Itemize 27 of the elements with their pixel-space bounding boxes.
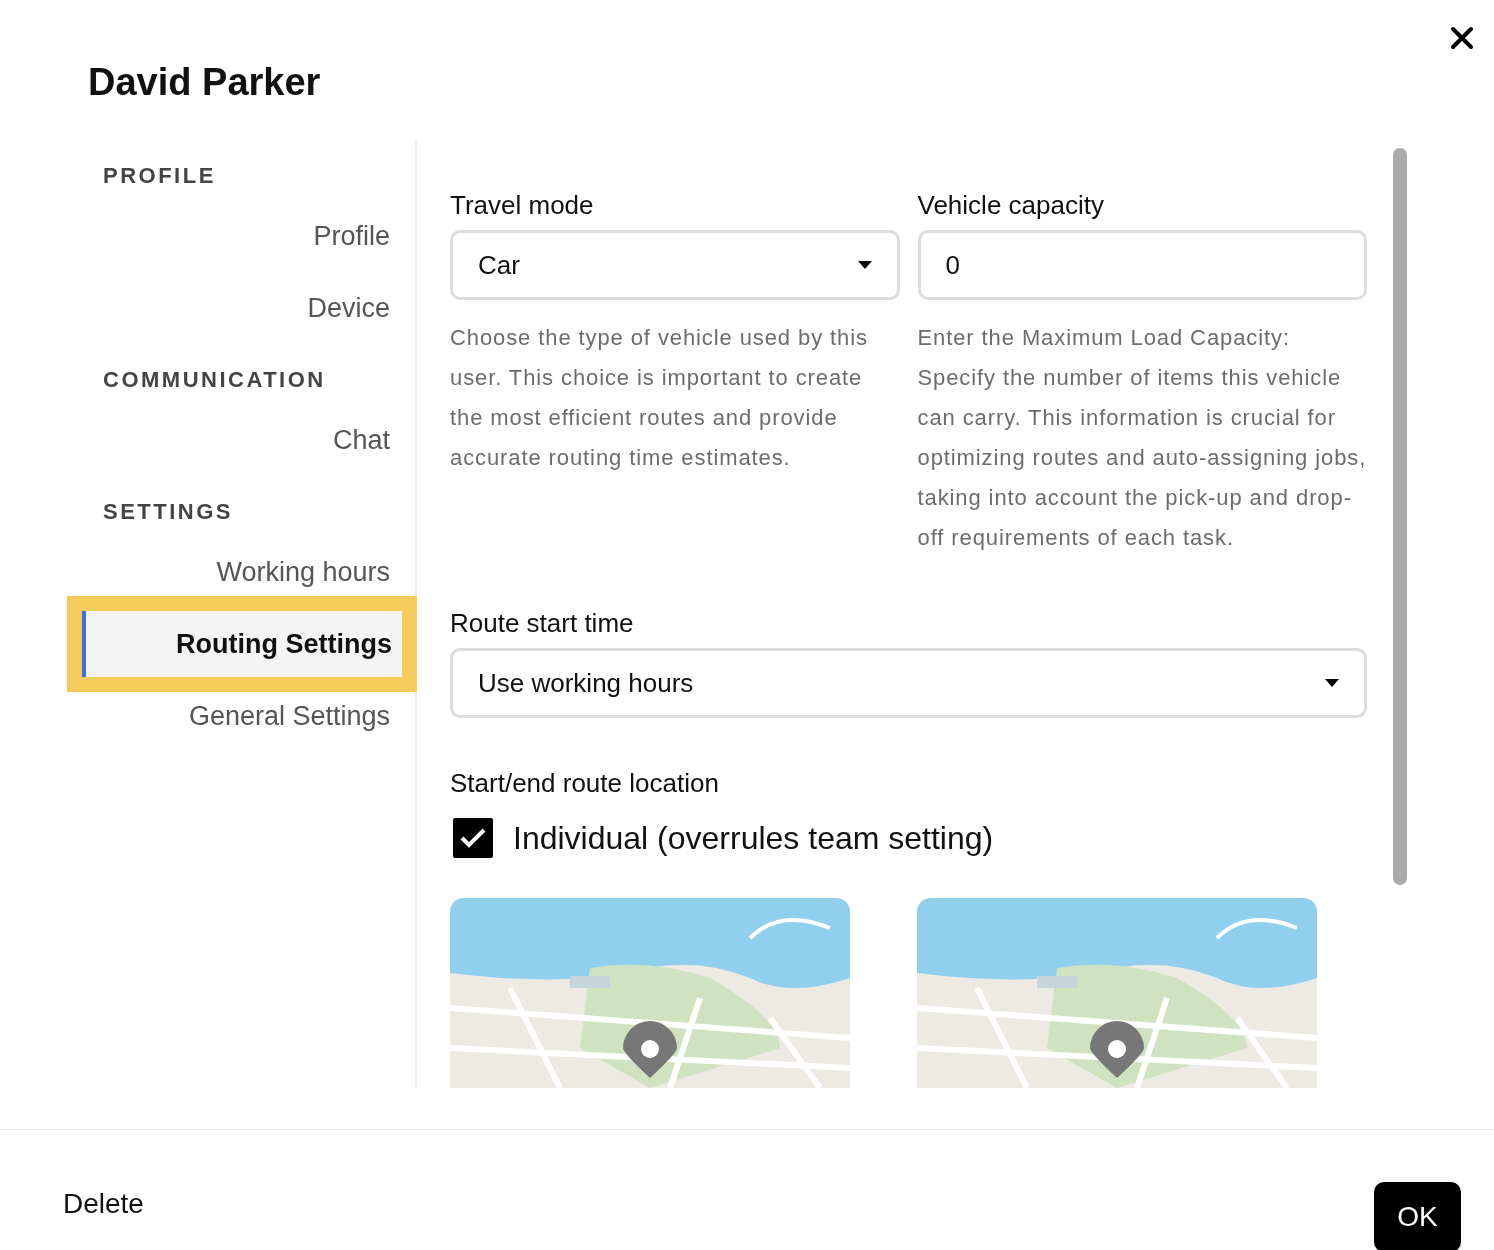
section-heading: PROFILE <box>102 162 217 190</box>
sidebar-item[interactable]: General Settings <box>67 680 415 752</box>
checkbox-label: Individual (overrules team setting) <box>513 819 994 858</box>
ok-button[interactable]: OK <box>1374 1182 1461 1250</box>
section-heading: COMMUNICATION <box>102 366 327 394</box>
field-label: Start/end route location <box>450 767 720 800</box>
caret-icon <box>1325 679 1339 687</box>
field-label: Vehicle capacity <box>917 189 1105 222</box>
check-icon <box>460 828 486 848</box>
input-field[interactable]: 0 <box>917 230 1367 300</box>
sidebar-item[interactable]: Working hours <box>67 536 415 608</box>
caret-icon <box>857 261 872 269</box>
delete-button[interactable]: Delete <box>63 1183 144 1225</box>
field-label: Travel mode <box>450 189 595 222</box>
select-field[interactable]: Use working hours <box>450 648 1367 718</box>
sidebar-item[interactable]: Device <box>67 272 415 344</box>
section-heading: SETTINGS <box>102 498 234 526</box>
close-button[interactable] <box>1450 25 1474 49</box>
checkbox[interactable] <box>453 818 493 858</box>
select-field[interactable]: Car <box>450 230 900 300</box>
dialog-title: David Parker <box>88 60 322 105</box>
help-text: Choose the type of vehicle used by this user. This choice is important to create the most efficient routes and provide accurate routing time estimates. <box>450 324 869 472</box>
sidebar-item[interactable]: Profile <box>67 200 415 272</box>
sidebar-item[interactable]: Chat <box>67 404 415 476</box>
help-text: Enter the Maximum Load Capacity: Specify the number of items this vehicle can carry. This information is crucial for optimizing routes and auto-assigning jobs, taking into account the pick-up and drop-off requirements of each task. <box>917 324 1367 552</box>
field-label: Route start time <box>450 607 635 640</box>
scrollbar[interactable] <box>1393 148 1407 885</box>
